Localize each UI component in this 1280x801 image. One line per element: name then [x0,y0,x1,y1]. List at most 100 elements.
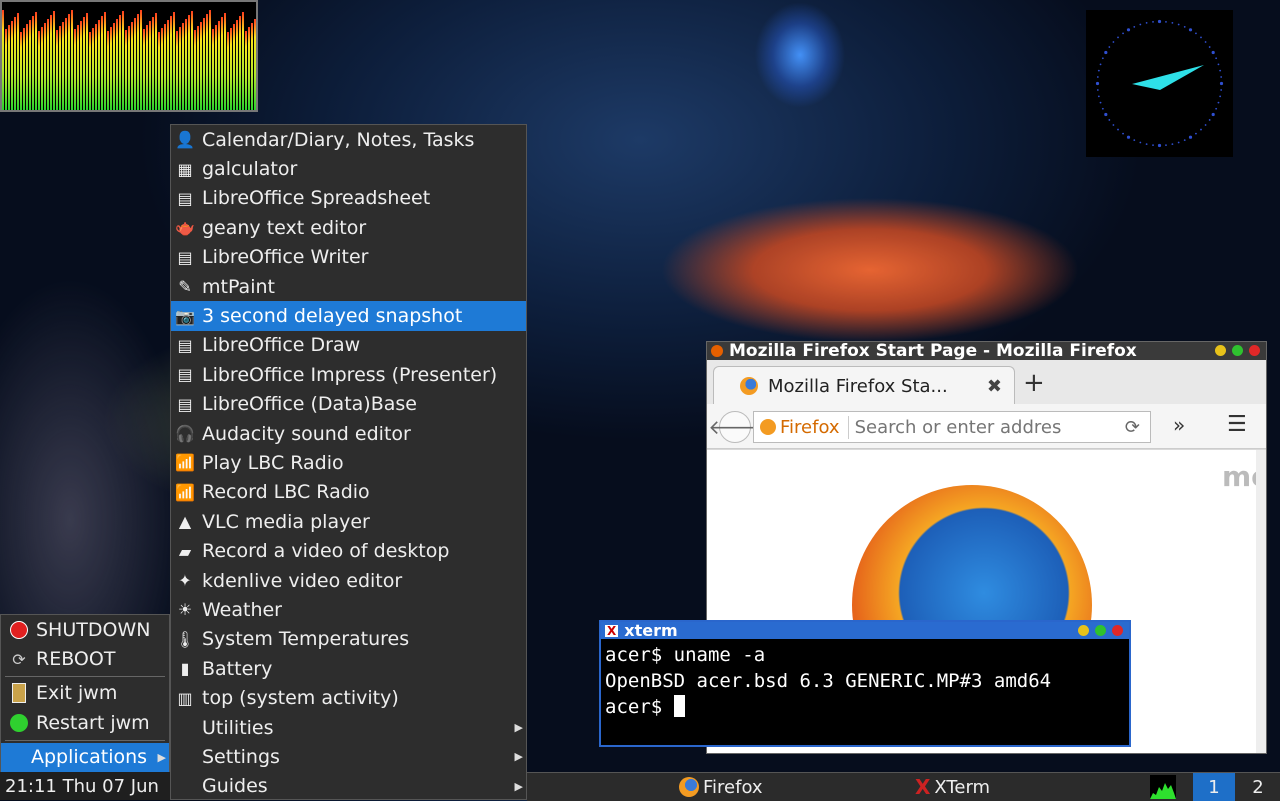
minimize-button[interactable] [1078,625,1089,636]
taskbar-clock[interactable]: 21:11 Thu 07 Jun [0,772,170,800]
menu-item-2[interactable]: ▤ LibreOffice Spreadsheet [171,184,526,213]
menu-item-0[interactable]: 👤 Calendar/Diary, Notes, Tasks [171,125,526,154]
menu-item-1[interactable]: ▦ galculator [171,154,526,183]
shutdown-item[interactable]: SHUTDOWN [1,615,169,644]
cpu-bar [17,13,19,110]
menu-item-15[interactable]: ✦ kdenlive video editor [171,566,526,595]
clock-tick [1171,21,1174,24]
clock-tick [1096,76,1099,78]
maximize-button[interactable] [1232,345,1243,356]
menu-separator [5,675,165,677]
applications-item[interactable]: Applications ▶ [1,742,169,772]
cpu-bar [224,13,226,110]
xterm-window: X xterm acer$ uname -a OpenBSD acer.bsd … [599,620,1131,747]
empty-icon-slot [174,746,196,768]
menu-item-16[interactable]: ☀ Weather [171,595,526,624]
menu-item-label: Battery [202,657,273,680]
menu-item-4[interactable]: ▤ LibreOffice Writer [171,243,526,272]
back-button[interactable]: 🡐 [708,411,762,443]
writer-icon: ▤ [177,247,193,267]
close-button[interactable] [1112,625,1123,636]
terminal-output[interactable]: acer$ uname -a OpenBSD acer.bsd 6.3 GENE… [601,639,1129,723]
menu-item-12[interactable]: 📶 Record LBC Radio [171,478,526,507]
cpu-bar [2,10,4,110]
maximize-button[interactable] [1095,625,1106,636]
clock-tick [1165,144,1167,147]
cpu-bar [5,29,7,110]
firefox-titlebar[interactable]: Mozilla Firefox Start Page - Mozilla Fir… [707,341,1266,361]
clock-tick [1122,132,1124,135]
menu-item-21[interactable]: Settings ▶ [171,742,526,771]
menu-item-10[interactable]: 🎧 Audacity sound editor [171,419,526,448]
cpu-bar [41,27,43,110]
menu-item-9[interactable]: ▤ LibreOffice (Data)Base [171,390,526,419]
menu-item-7[interactable]: ▤ LibreOffice Draw [171,331,526,360]
menu-item-8[interactable]: ▤ LibreOffice Impress (Presenter) [171,360,526,389]
cpu-bar [122,11,124,110]
minimize-button[interactable] [1215,345,1226,356]
calculator-icon: ▦ [177,159,193,179]
exit-jwm-item[interactable]: Exit jwm [1,679,169,708]
reload-icon[interactable]: ⟳ [1125,417,1140,438]
cpu-bar [101,16,103,110]
menu-item-14[interactable]: ▰ Record a video of desktop [171,536,526,565]
menu-item-20[interactable]: Utilities ▶ [171,713,526,742]
close-button[interactable] [1249,345,1260,356]
menu-item-19[interactable]: ▥ top (system activity) [171,683,526,712]
menu-item-3[interactable]: 🫖 geany text editor [171,213,526,242]
clock-tick [1099,63,1102,66]
cpu-bar [113,23,115,110]
pager-desktop-1[interactable]: 1 [1193,773,1235,801]
applications-menu: 👤 Calendar/Diary, Notes, Tasks ▦ galculator… [170,124,527,800]
close-tab-icon[interactable]: ✖ [987,376,1002,397]
cpu-bar [116,19,118,110]
clock-tick [1217,101,1220,104]
cpu-bar [140,10,142,110]
search-input[interactable] [847,415,1097,439]
cpu-bar [32,16,34,110]
firefox-scrollbar[interactable] [1256,450,1266,753]
menu-item-17[interactable]: 🌡 System Temperatures [171,625,526,654]
clock-tick [1122,32,1124,35]
clock-tick [1211,112,1215,117]
cpu-bar [92,28,94,110]
cpu-load-graph [2,10,256,110]
taskbar-xterm[interactable]: X XTerm [915,773,990,801]
submenu-arrow-icon: ▶ [514,779,523,793]
menu-item-22[interactable]: Guides ▶ [171,772,526,801]
menu-item-6[interactable]: 📷 3 second delayed snapshot [171,301,526,331]
clock-tick [1152,144,1154,147]
submenu-arrow-icon: ▶ [157,750,166,764]
firefox-tab[interactable]: Mozilla Firefox Sta... ✖ [713,366,1015,405]
hamburger-menu-icon[interactable]: ☰ [1227,412,1247,437]
cpu-bar [77,25,79,110]
clock-tick [1171,143,1174,146]
cpu-bar [86,13,88,110]
cpu-bar [137,14,139,110]
overflow-chevron-icon[interactable]: » [1173,413,1185,437]
cpu-bar [203,18,205,110]
clock-tick [1215,57,1218,60]
xterm-title: xterm [624,621,678,640]
restart-jwm-item[interactable]: Restart jwm [1,708,169,737]
reboot-item[interactable]: ⟳ REBOOT [1,644,169,673]
pager-desktop-2[interactable]: 2 [1237,773,1279,801]
new-tab-button[interactable]: + [1023,368,1045,398]
menu-item-18[interactable]: ▮ Battery [171,654,526,683]
menu-item-5[interactable]: ✎ mtPaint [171,272,526,301]
menu-item-label: galculator [202,158,298,181]
clock-tick [1208,119,1211,121]
geany-icon: 🫖 [175,218,195,238]
root-menu: SHUTDOWN ⟳ REBOOT Exit jwm Restart jwm A… [0,614,170,772]
xterm-titlebar[interactable]: X xterm [601,621,1129,640]
menu-item-11[interactable]: 📶 Play LBC Radio [171,448,526,477]
cpu-bar [218,21,220,110]
url-bar[interactable]: Firefox ⟳ [753,411,1151,443]
menu-item-13[interactable]: ▲ VLC media player [171,507,526,536]
analog-clock [1086,10,1233,157]
cpu-bar [125,30,127,110]
clock-tick [1195,132,1197,135]
menu-item-label: kdenlive video editor [202,569,403,592]
applications-label: Applications [31,746,148,769]
taskbar-firefox[interactable]: Firefox [679,773,763,801]
